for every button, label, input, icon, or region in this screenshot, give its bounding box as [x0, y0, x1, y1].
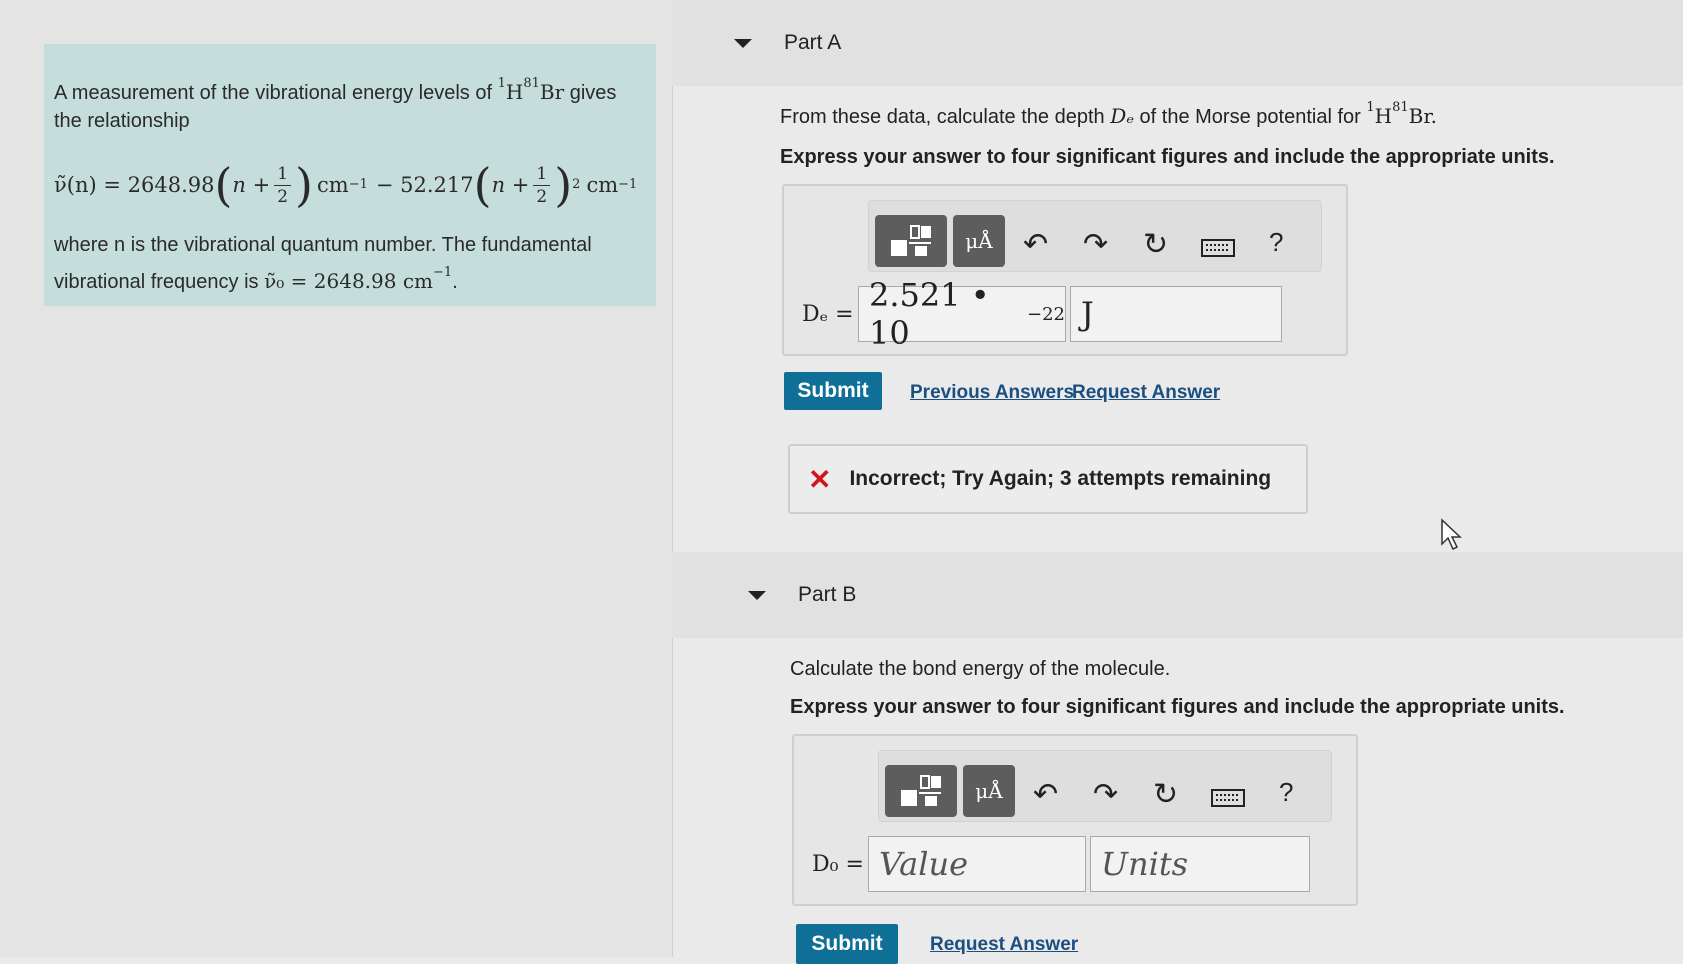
part-a-answer-box: μÅ ↶ ↷ ↻ ? Dₑ = 2.521 • 10 −22 J [782, 184, 1348, 356]
where-text: where n is the vibrational quantum numbe… [54, 234, 592, 293]
part-a-instruction: Express your answer to four significant … [780, 146, 1555, 168]
request-answer-link[interactable]: Request Answer [930, 934, 1078, 956]
parts-pane: Part A From these data, calculate the de… [672, 0, 1683, 964]
previous-answers-link[interactable]: Previous Answers [910, 382, 1074, 404]
d0-label: D₀ = [812, 852, 864, 877]
problem-intro: A measurement of the vibrational energy … [54, 70, 642, 135]
redo-icon[interactable]: ↷ [1093, 777, 1118, 812]
submit-button[interactable]: Submit [784, 372, 882, 410]
keyboard-icon[interactable] [1201, 239, 1235, 257]
units-field[interactable]: J [1070, 286, 1282, 342]
part-b-instruction: Express your answer to four significant … [790, 696, 1565, 718]
feedback-message: ✕ Incorrect; Try Again; 3 attempts remai… [788, 444, 1308, 514]
submit-button[interactable]: Submit [796, 924, 898, 964]
math-toolbar: μÅ ↶ ↷ ↻ ? [868, 200, 1322, 272]
intro-text: A measurement of the vibrational energy … [54, 82, 493, 104]
keyboard-icon[interactable] [1211, 789, 1245, 807]
units-field[interactable]: Units [1090, 836, 1310, 892]
units-placeholder: Units [1101, 845, 1189, 883]
undo-icon[interactable]: ↶ [1023, 227, 1048, 262]
help-icon[interactable]: ? [1279, 777, 1293, 808]
undo-icon[interactable]: ↶ [1033, 777, 1058, 812]
redo-icon[interactable]: ↷ [1083, 227, 1108, 262]
units-button[interactable]: μÅ [953, 215, 1005, 267]
de-label: Dₑ = [802, 302, 854, 327]
part-b-header[interactable]: Part B [672, 552, 1683, 638]
collapse-caret-icon[interactable] [734, 38, 752, 48]
energy-equation: ν̃(n) = 2648.98 (n + 12 ) cm −1 − 52.217 … [54, 158, 638, 212]
value-field[interactable]: Value [868, 836, 1086, 892]
part-a-header[interactable]: Part A [672, 0, 1683, 86]
part-b-question: Calculate the bond energy of the molecul… [790, 658, 1171, 680]
reset-icon[interactable]: ↻ [1153, 777, 1178, 812]
collapse-caret-icon[interactable] [748, 590, 766, 600]
value-placeholder: Value [879, 845, 969, 883]
problem-pane: A measurement of the vibrational energy … [0, 0, 673, 957]
reset-icon[interactable]: ↻ [1143, 227, 1168, 262]
templates-icon [901, 775, 941, 806]
molecule-formula: 1H81Br [497, 76, 565, 104]
part-b-title: Part B [798, 583, 857, 606]
templates-icon [891, 225, 931, 256]
value-field[interactable]: 2.521 • 10 −22 [858, 276, 1066, 352]
error-x-icon: ✕ [808, 463, 832, 495]
request-answer-link[interactable]: Request Answer [1072, 382, 1220, 404]
help-icon[interactable]: ? [1269, 227, 1283, 258]
templates-button[interactable] [885, 765, 957, 817]
units-button[interactable]: μÅ [963, 765, 1015, 817]
templates-button[interactable] [875, 215, 947, 267]
feedback-text: Incorrect; Try Again; 3 attempts remaini… [849, 467, 1272, 490]
math-toolbar: μÅ ↶ ↷ ↻ ? [878, 750, 1332, 822]
part-b-answer-box: μÅ ↶ ↷ ↻ ? D₀ = Value Units [792, 734, 1358, 906]
problem-statement: A measurement of the vibrational energy … [44, 44, 656, 306]
part-a-title: Part A [784, 31, 842, 54]
part-a-question: From these data, calculate the depth Dₑ … [780, 100, 1438, 128]
mouse-pointer-icon [1441, 518, 1462, 551]
